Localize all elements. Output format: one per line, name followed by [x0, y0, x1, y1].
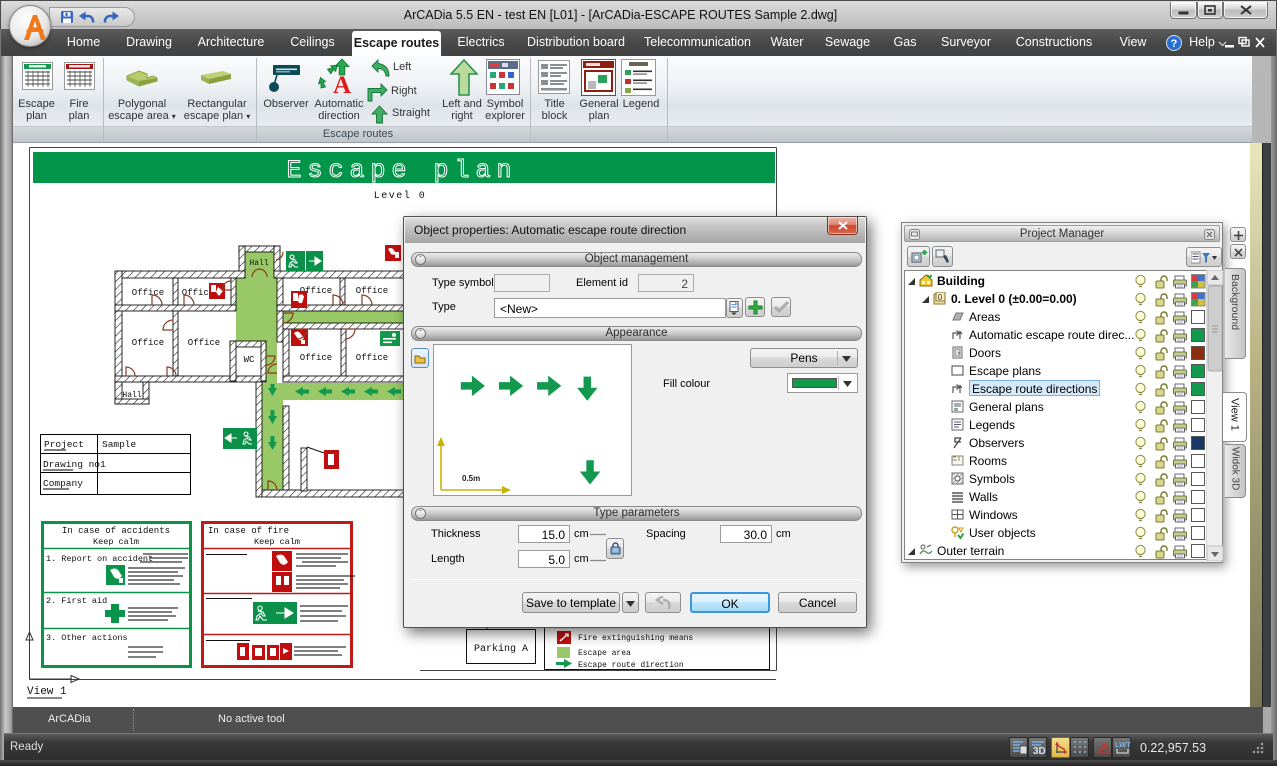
svg-text:3D: 3D [1033, 746, 1046, 755]
svg-text:Office: Office [300, 353, 332, 363]
svg-text:A: A [333, 72, 351, 96]
svg-text:Escape plan: Escape plan [286, 156, 517, 185]
svg-text:Level 0: Level 0 [374, 190, 427, 202]
svg-text:Office: Office [356, 353, 388, 363]
svg-text:1. Report on accident: 1. Report on accident [46, 554, 153, 564]
svg-text:Office: Office [132, 288, 164, 298]
svg-text:In case of accidents: In case of accidents [62, 526, 170, 536]
svg-text:Office: Office [188, 338, 220, 348]
svg-text:Hall: Hall [122, 391, 141, 400]
svg-text:1: 1 [100, 459, 106, 470]
svg-text:WC: WC [244, 355, 255, 365]
svg-text:Drawing no: Drawing no [43, 459, 100, 470]
svg-text:0.5m: 0.5m [462, 474, 480, 483]
svg-text:Keep calm: Keep calm [93, 537, 139, 547]
svg-text:Fire extinguishing means: Fire extinguishing means [578, 634, 693, 643]
svg-text:Office: Office [132, 338, 164, 348]
svg-text:Project: Project [44, 439, 84, 450]
svg-text:Keep calm: Keep calm [254, 537, 300, 547]
svg-text:Office: Office [356, 286, 388, 296]
svg-text:Escape area: Escape area [578, 649, 631, 658]
svg-text:3. Other actions: 3. Other actions [46, 633, 128, 643]
svg-text:Parking A: Parking A [474, 643, 528, 655]
svg-text:Company: Company [43, 478, 83, 489]
svg-text:Sample: Sample [102, 439, 137, 450]
svg-text:Hall: Hall [249, 259, 268, 268]
svg-text:Escape route direction: Escape route direction [578, 661, 684, 670]
svg-text:?: ? [1171, 38, 1178, 50]
svg-text:View 1: View 1 [27, 686, 67, 698]
svg-text:2. First aid: 2. First aid [46, 596, 107, 606]
svg-text:0: 0 [938, 293, 943, 302]
svg-text:In case of fire: In case of fire [208, 526, 289, 536]
svg-text:LWT: LWT [1115, 740, 1131, 749]
